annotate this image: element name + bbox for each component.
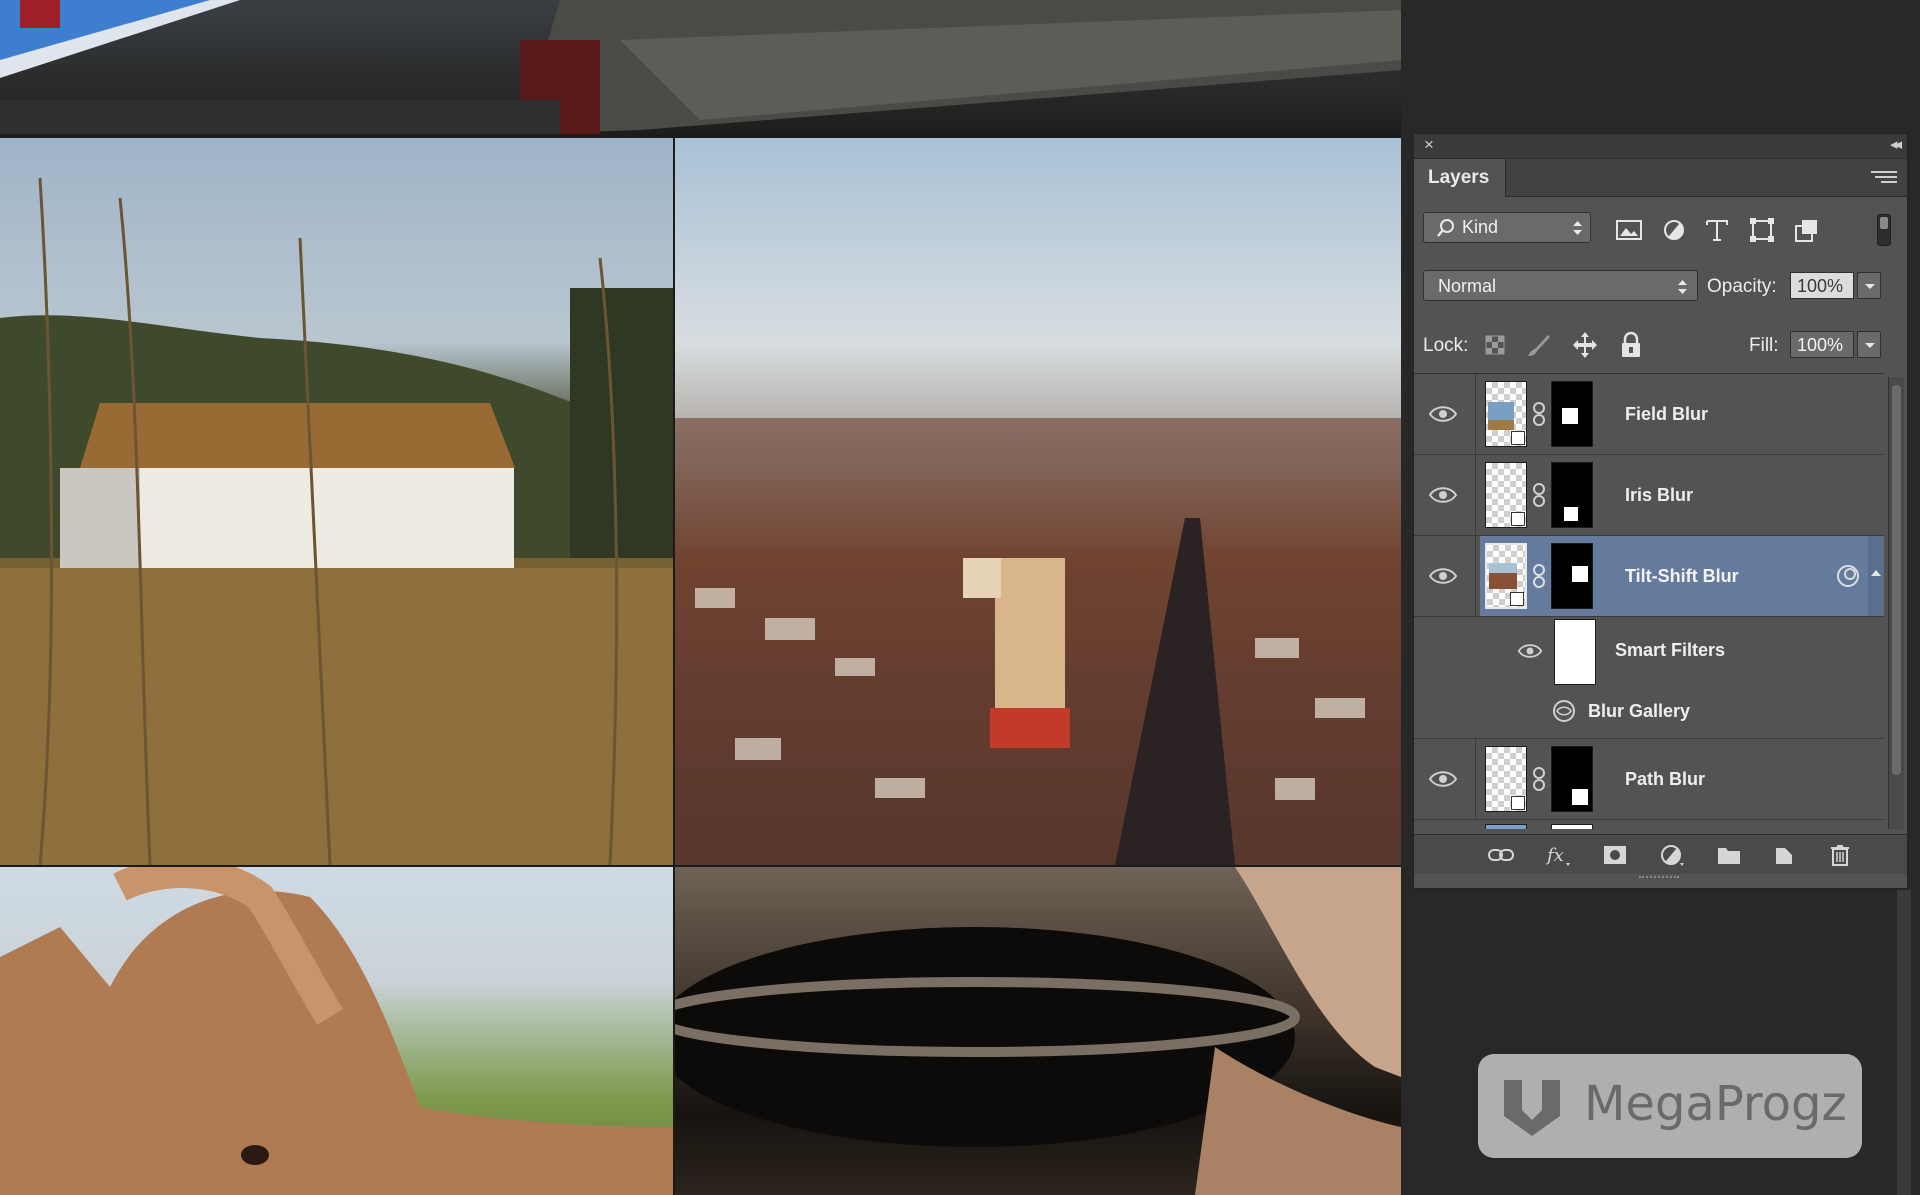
pixel-layer-filter-icon[interactable] xyxy=(1614,216,1644,244)
layer-thumbnail xyxy=(1485,462,1527,528)
eye-icon[interactable] xyxy=(1428,403,1458,425)
lock-position-icon[interactable] xyxy=(1570,330,1600,360)
scrollbar-thumb[interactable] xyxy=(1892,385,1901,775)
new-group-folder-icon[interactable] xyxy=(1715,843,1743,867)
link-layers-icon[interactable] xyxy=(1487,843,1515,867)
delete-layer-trash-icon[interactable] xyxy=(1826,843,1854,867)
filter-toggle-switch[interactable] xyxy=(1877,214,1891,246)
smart-object-badge-icon xyxy=(1511,431,1525,445)
layer-row-path-blur[interactable]: Path Blur xyxy=(1414,739,1884,820)
layer-thumbnail xyxy=(1485,543,1527,609)
fill-input[interactable]: 100% xyxy=(1790,331,1854,358)
eye-icon[interactable] xyxy=(1428,484,1458,506)
opacity-label: Opacity: xyxy=(1707,276,1777,297)
layer-row-partial[interactable] xyxy=(1414,820,1884,829)
layer-name: Blur Gallery xyxy=(1588,701,1691,721)
panel-menu-icon[interactable] xyxy=(1871,169,1897,185)
opacity-dropdown-button[interactable] xyxy=(1857,272,1881,299)
fill-label: Fill: xyxy=(1749,335,1779,356)
layer-name: Tilt-Shift Blur xyxy=(1625,566,1739,586)
watermark-logo-icon xyxy=(1504,1080,1560,1136)
filter-kind-label: Kind xyxy=(1462,217,1499,237)
layer-name: Iris Blur xyxy=(1625,485,1694,505)
eye-icon[interactable] xyxy=(1428,565,1458,587)
layer-mask-thumbnail xyxy=(1551,824,1593,829)
layer-mask-thumbnail[interactable] xyxy=(1551,746,1593,812)
eye-icon[interactable] xyxy=(1552,699,1576,723)
photo-horse xyxy=(0,867,673,1195)
scroll-up-arrow-icon[interactable] xyxy=(1868,536,1884,616)
layer-mask-thumbnail[interactable] xyxy=(1551,543,1593,609)
eye-icon[interactable] xyxy=(1428,768,1458,790)
layers-scrollbar[interactable] xyxy=(1888,377,1904,829)
layer-style-fx-icon[interactable]: fx xyxy=(1544,843,1572,867)
smart-object-badge-icon xyxy=(1511,796,1525,810)
photo-bridge xyxy=(0,0,1401,134)
new-adjustment-layer-icon[interactable] xyxy=(1658,843,1686,867)
svg-text:fx: fx xyxy=(1545,845,1564,866)
up-down-arrows-icon xyxy=(1573,221,1582,235)
blend-mode-value: Normal xyxy=(1438,276,1497,296)
layer-name: Path Blur xyxy=(1625,769,1706,789)
search-icon xyxy=(1437,219,1454,237)
opacity-input[interactable]: 100% xyxy=(1790,272,1854,299)
layer-row-iris-blur[interactable]: Iris Blur xyxy=(1414,455,1884,536)
blend-row: Normal Opacity: 100% xyxy=(1414,262,1907,312)
layer-name: Smart Filters xyxy=(1615,640,1726,660)
up-down-arrows-icon xyxy=(1678,280,1687,294)
layer-row-tilt-shift-blur[interactable]: Tilt-Shift Blur xyxy=(1414,536,1884,617)
filter-kind-select[interactable]: Kind xyxy=(1423,212,1591,243)
layer-thumbnail xyxy=(1485,824,1527,829)
layer-mask-thumbnail[interactable] xyxy=(1551,381,1593,447)
lock-all-icon[interactable] xyxy=(1616,330,1646,360)
layer-thumbnail xyxy=(1485,746,1527,812)
smart-object-badge-icon xyxy=(1511,512,1525,526)
eye-icon[interactable] xyxy=(1517,641,1543,661)
adjustment-layer-filter-icon[interactable] xyxy=(1659,216,1689,244)
collapse-panel-button[interactable]: ◂◂ xyxy=(1890,135,1902,153)
watermark-text: MegaProgz xyxy=(1584,1076,1847,1132)
photo-city-tilt-shift xyxy=(675,138,1401,865)
panel-tab-bar: Layers xyxy=(1414,159,1907,197)
layer-row-field-blur[interactable]: Field Blur xyxy=(1414,374,1884,455)
add-mask-icon[interactable] xyxy=(1601,843,1629,867)
new-layer-icon[interactable] xyxy=(1771,843,1799,867)
smart-object-indicator-icon xyxy=(1837,565,1859,587)
photo-pottery xyxy=(675,867,1401,1195)
layer-row-blur-gallery[interactable]: Blur Gallery xyxy=(1414,687,1884,739)
panel-footer: fx xyxy=(1414,834,1907,874)
photo-barn xyxy=(0,138,673,865)
link-chain-icon[interactable] xyxy=(1532,482,1546,508)
smart-object-badge-icon xyxy=(1510,592,1524,606)
watermark-badge: MegaProgz xyxy=(1478,1054,1862,1158)
layers-list: Field Blur Iris Blur Tilt-Shift Blur Sma… xyxy=(1414,373,1884,829)
fill-dropdown-button[interactable] xyxy=(1857,331,1881,358)
workspace-scrollbar[interactable] xyxy=(1897,890,1911,1195)
layer-name: Field Blur xyxy=(1625,404,1709,424)
smart-filter-mask-thumbnail[interactable] xyxy=(1554,619,1596,685)
smart-object-filter-icon[interactable] xyxy=(1792,216,1822,244)
layers-panel: × ◂◂ Layers Kind Normal Opacity: 100% Lo… xyxy=(1413,133,1908,889)
visibility-column xyxy=(1414,617,1476,687)
link-chain-icon[interactable] xyxy=(1532,401,1546,427)
tab-layers[interactable]: Layers xyxy=(1414,159,1506,197)
lock-image-pixels-icon[interactable] xyxy=(1524,330,1554,360)
panel-title-bar: × ◂◂ xyxy=(1414,134,1907,159)
document-canvas[interactable] xyxy=(0,0,1401,1195)
layer-mask-thumbnail[interactable] xyxy=(1551,462,1593,528)
blend-mode-select[interactable]: Normal xyxy=(1423,270,1698,301)
layer-thumbnail xyxy=(1485,381,1527,447)
shape-layer-filter-icon[interactable] xyxy=(1747,216,1777,244)
link-chain-icon[interactable] xyxy=(1532,563,1546,589)
close-panel-button[interactable]: × xyxy=(1424,135,1434,155)
layer-filter-row: Kind xyxy=(1414,204,1907,254)
lock-transparent-pixels-icon[interactable] xyxy=(1480,330,1510,360)
lock-row: Lock: Fill: 100% xyxy=(1414,321,1907,371)
panel-resize-grip[interactable] xyxy=(1639,876,1679,880)
type-layer-filter-icon[interactable] xyxy=(1702,216,1732,244)
link-chain-icon[interactable] xyxy=(1532,766,1546,792)
layer-row-smart-filters[interactable]: Smart Filters xyxy=(1414,617,1884,687)
lock-label: Lock: xyxy=(1423,335,1469,356)
